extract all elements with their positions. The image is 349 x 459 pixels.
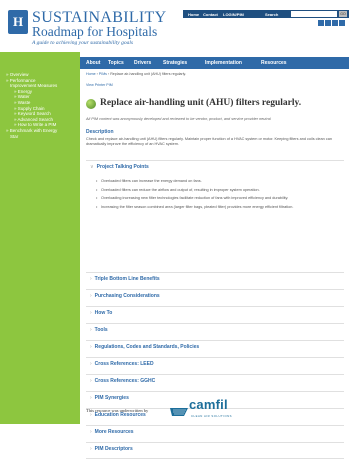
site-header: H SUSTAINABILITY Roadmap for Hospitals A… [0, 0, 349, 52]
breadcrumb-pims[interactable]: PIMs [99, 72, 107, 76]
chevron-right-icon: › [90, 327, 92, 333]
chevron-right-icon: › [90, 378, 92, 384]
top-utility-bar: Home Contact LOGIN/PIM Search GO [183, 10, 349, 18]
nav-strategies[interactable]: Strategies [163, 60, 187, 66]
section-heading[interactable]: › PIM Descriptors [90, 446, 133, 452]
social-links [318, 20, 346, 27]
facebook-icon[interactable] [318, 20, 324, 26]
description-text: Check and replace air-handling unit (AHU… [86, 137, 332, 147]
section-heading[interactable]: › PIM Synergies [90, 395, 129, 401]
section-heading[interactable]: › Cross References: LEED [90, 361, 154, 367]
rss-icon[interactable] [339, 20, 345, 26]
list-item: Overloaded filters can increase the ener… [96, 179, 336, 184]
section-how-to[interactable]: › How To [86, 306, 344, 323]
list-item: Overloading increasing new filter techno… [96, 196, 336, 201]
talking-points-list: Overloaded filters can increase the ener… [96, 179, 336, 213]
section-heading[interactable]: › More Resources [90, 429, 134, 435]
nav-about[interactable]: About [86, 60, 100, 66]
section-purchasing[interactable]: › Purchasing Considerations [86, 289, 344, 306]
nav-implementation[interactable]: Implementation [205, 60, 242, 66]
chevron-right-icon: › [90, 395, 92, 401]
section-heading[interactable]: › Regulations, Codes and Standards, Polic… [90, 344, 199, 350]
left-sidebar: » Overview » Performance Improvement Mea… [0, 52, 80, 424]
chevron-down-icon: ∨ [90, 164, 94, 170]
top-link-contact[interactable]: Contact [203, 12, 218, 17]
section-gghc[interactable]: › Cross References: GGHC [86, 374, 344, 391]
sidebar-item-benchmark-cont[interactable]: Star [0, 134, 80, 140]
green-circle-icon [86, 99, 96, 109]
neutrality-note: All PIM content was anonymously develope… [86, 117, 271, 121]
chevron-right-icon: › [90, 429, 92, 435]
camfil-logo[interactable]: camfil [189, 397, 228, 412]
breadcrumb-current: Replace air-handling unit (AHU) filters … [110, 72, 187, 76]
sidebar-spacer [0, 52, 80, 72]
chevron-right-icon: › [90, 310, 92, 316]
section-heading[interactable]: › Triple Bottom Line Benefits [90, 276, 160, 282]
search-input[interactable] [291, 11, 337, 17]
linkedin-icon[interactable] [332, 20, 338, 26]
section-pim-descriptors[interactable]: › PIM Descriptors [86, 442, 344, 459]
chevron-right-icon: › [90, 276, 92, 282]
chevron-right-icon: › [90, 344, 92, 350]
top-link-home[interactable]: Home [188, 12, 199, 17]
list-item: Overloaded filters can reduce the airflo… [96, 188, 336, 193]
sponsor-text: This resource was underwritten by [86, 408, 149, 413]
search-go-button[interactable]: GO [339, 11, 347, 17]
nav-drivers[interactable]: Drivers [134, 60, 151, 66]
twitter-icon[interactable] [325, 20, 331, 26]
chevron-right-icon: › [90, 293, 92, 299]
section-heading[interactable]: › Tools [90, 327, 108, 333]
logo-mark-icon[interactable]: H [8, 10, 28, 34]
section-tools[interactable]: › Tools [86, 323, 344, 340]
page-title: Replace air-handling unit (AHU) filters … [100, 98, 302, 108]
main-nav: About Topics Drivers Strategies Implemen… [80, 57, 349, 69]
search-label: Search [265, 11, 279, 17]
section-heading[interactable]: › Purchasing Considerations [90, 293, 160, 299]
breadcrumb: Home › PIMs › Replace air-handling unit … [86, 72, 187, 76]
section-heading[interactable]: › How To [90, 310, 112, 316]
breadcrumb-home[interactable]: Home [86, 72, 96, 76]
chevron-right-icon: › [90, 446, 92, 452]
logo-tagline: A guide to achieving your sustainability… [32, 40, 134, 46]
section-triple-bottom-line[interactable]: › Triple Bottom Line Benefits [86, 272, 344, 289]
nav-topics[interactable]: Topics [108, 60, 124, 66]
logo-subtitle[interactable]: Roadmap for Hospitals [32, 24, 157, 40]
camfil-tagline: CLEAN AIR SOLUTIONS [191, 414, 233, 418]
section-project-talking-points[interactable]: ∨Project Talking Points Overloaded filte… [86, 160, 344, 272]
list-item: Increasing the filter season combined ar… [96, 205, 336, 210]
section-leed[interactable]: › Cross References: LEED [86, 357, 344, 374]
section-heading[interactable]: ∨ Project Talking Points [90, 164, 149, 170]
section-heading[interactable]: › Cross References: GGHC [90, 378, 155, 384]
view-print-link[interactable]: View Printer PIM [86, 83, 113, 87]
top-link-login[interactable]: LOGIN/PIM [223, 12, 244, 17]
nav-resources[interactable]: Resources [261, 60, 287, 66]
section-regulations[interactable]: › Regulations, Codes and Standards, Polic… [86, 340, 344, 357]
chevron-right-icon: › [90, 361, 92, 367]
section-more-resources[interactable]: › More Resources [86, 425, 344, 442]
description-heading: Description [86, 129, 114, 135]
